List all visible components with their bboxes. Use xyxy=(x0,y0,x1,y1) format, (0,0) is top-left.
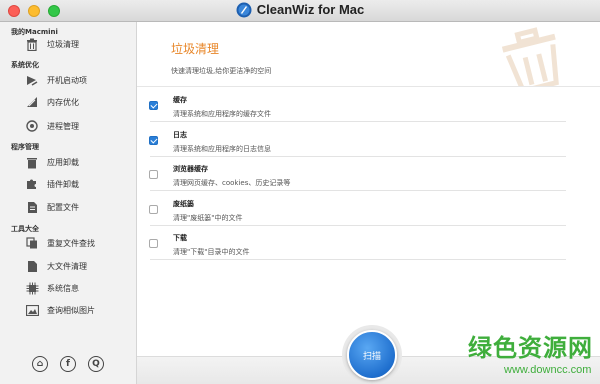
watermark-url: www.downcc.com xyxy=(504,364,592,376)
page-subtitle: 快速清理垃圾,给你更洁净的空间 xyxy=(171,67,272,75)
option-title: 废纸篓 xyxy=(173,200,194,208)
trash-icon xyxy=(25,37,39,51)
downloads-checkbox[interactable] xyxy=(149,239,158,248)
trash-checkbox[interactable] xyxy=(149,205,158,214)
title-bar: CleanWiz for Mac xyxy=(0,0,600,22)
option-divider xyxy=(150,190,566,191)
sidebar-item-label: 插件卸载 xyxy=(47,179,79,189)
browser-cache-checkbox[interactable] xyxy=(149,170,158,179)
process-gear-icon xyxy=(25,119,39,133)
sidebar-item-system-info[interactable]: 系统信息 xyxy=(0,278,136,298)
option-title: 缓存 xyxy=(173,96,187,104)
option-row-browser-cache[interactable]: 浏览器缓存 清理网页缓存、cookies、历史记录等 xyxy=(137,157,600,191)
qq-icon[interactable]: Q xyxy=(88,356,104,372)
sidebar-item-label: 配置文件 xyxy=(47,202,79,212)
sidebar-item-junk-clean[interactable]: 垃圾清理 xyxy=(0,34,136,54)
window-title: CleanWiz for Mac xyxy=(0,2,600,18)
option-title: 日志 xyxy=(173,131,187,139)
trash-illustration-icon xyxy=(501,27,559,86)
sidebar-item-config[interactable]: 配置文件 xyxy=(0,197,136,217)
sidebar-item-label: 大文件清理 xyxy=(47,261,87,271)
option-title: 浏览器缓存 xyxy=(173,165,208,173)
startup-arrow-icon xyxy=(25,73,39,87)
option-row-logs[interactable]: 日志 清理系统和应用程序的日志信息 xyxy=(137,123,600,157)
app-uninstall-icon xyxy=(25,155,39,169)
option-title: 下载 xyxy=(173,234,187,242)
sidebar-item-app-uninstall[interactable]: 应用卸载 xyxy=(0,152,136,172)
scan-button[interactable]: 扫描 xyxy=(347,330,397,380)
option-description: 清理系统和应用程序的缓存文件 xyxy=(173,110,271,118)
option-row-downloads[interactable]: 下载 清理"下载"目录中的文件 xyxy=(137,226,600,260)
option-description: 清理网页缓存、cookies、历史记录等 xyxy=(173,179,291,187)
option-divider xyxy=(150,121,566,122)
sidebar-item-process[interactable]: 进程管理 xyxy=(0,116,136,136)
sidebar-item-label: 重复文件查找 xyxy=(47,238,95,248)
system-info-chip-icon xyxy=(25,281,39,295)
sidebar-item-startup[interactable]: 开机启动项 xyxy=(0,70,136,90)
sidebar-item-label: 进程管理 xyxy=(47,121,79,131)
watermark-text: 绿色资源网 xyxy=(468,334,593,362)
plugin-puzzle-icon xyxy=(25,177,39,191)
sidebar-footer: ⌂ f Q xyxy=(0,356,136,372)
sidebar-section-title: 系统优化 xyxy=(11,61,39,69)
scan-button-ring: 扫描 xyxy=(342,325,402,384)
watermark: 绿色资源网 www.downcc.com xyxy=(460,328,600,384)
header-divider xyxy=(137,86,600,87)
sidebar-item-large-files[interactable]: 大文件清理 xyxy=(0,256,136,276)
sidebar-item-label: 应用卸载 xyxy=(47,157,79,167)
similar-images-icon xyxy=(25,303,39,317)
sidebar-item-label: 查询相似图片 xyxy=(47,305,95,315)
sidebar-item-duplicates[interactable]: 重复文件查找 xyxy=(0,233,136,253)
logs-checkbox[interactable] xyxy=(149,136,158,145)
sidebar-item-label: 内存优化 xyxy=(47,97,79,107)
home-icon[interactable]: ⌂ xyxy=(32,356,48,372)
duplicate-files-icon xyxy=(25,236,39,250)
facebook-icon[interactable]: f xyxy=(60,356,76,372)
config-file-icon xyxy=(25,200,39,214)
option-row-cache[interactable]: 缓存 清理系统和应用程序的缓存文件 xyxy=(137,88,600,122)
sidebar-item-label: 系统信息 xyxy=(47,283,79,293)
option-description: 清理"废纸篓"中的文件 xyxy=(173,214,243,222)
option-divider xyxy=(150,259,566,260)
sidebar: 我的Macmini 垃圾清理 系统优化 开机启动项 内存优化 进程管理 程序管理… xyxy=(0,22,137,384)
option-description: 清理系统和应用程序的日志信息 xyxy=(173,145,271,153)
sidebar-item-plugin-uninstall[interactable]: 插件卸载 xyxy=(0,174,136,194)
large-file-icon xyxy=(25,259,39,273)
option-row-trash[interactable]: 废纸篓 清理"废纸篓"中的文件 xyxy=(137,192,600,226)
page-title: 垃圾清理 xyxy=(171,42,220,56)
sidebar-item-memory[interactable]: 内存优化 xyxy=(0,92,136,112)
option-description: 清理"下载"目录中的文件 xyxy=(173,248,250,256)
sidebar-item-label: 垃圾清理 xyxy=(47,39,79,49)
cache-checkbox[interactable] xyxy=(149,101,158,110)
app-logo-icon xyxy=(236,2,252,18)
sidebar-section-title: 程序管理 xyxy=(11,143,39,151)
memory-gauge-icon xyxy=(25,95,39,109)
sidebar-item-label: 开机启动项 xyxy=(47,75,87,85)
sidebar-item-similar-images[interactable]: 查询相似图片 xyxy=(0,300,136,320)
